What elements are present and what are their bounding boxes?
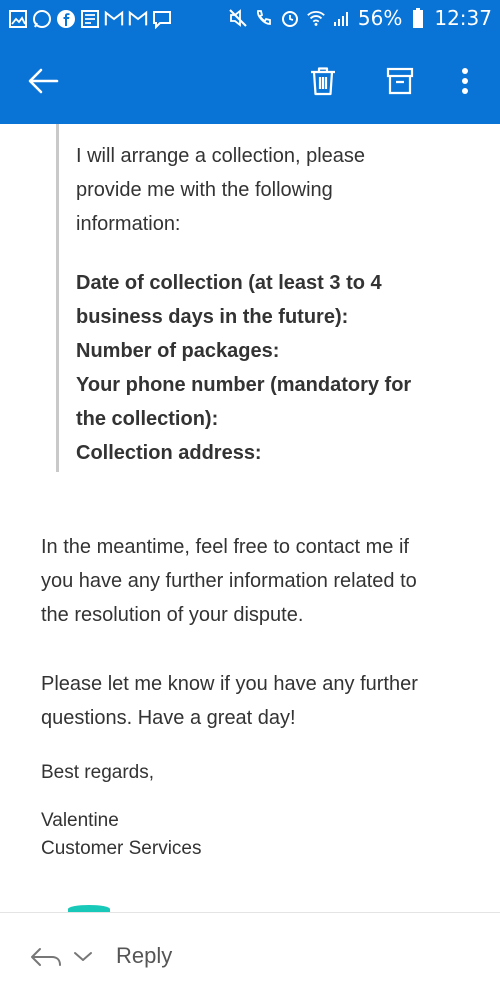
signature-name: Valentine [41,810,119,831]
required-info-list: Date of collection (at least 3 to 4 busi… [76,266,411,470]
text-line: I will arrange a collection, please [76,145,366,167]
action-bar [0,40,500,124]
text-line: Please let me know if you have any furth… [41,673,418,695]
gallery-icon [8,8,28,30]
text-line: provide me with the following [76,179,333,201]
archive-icon [386,67,414,95]
text-line: Your phone number (mandatory for [76,374,412,396]
text-line: In the meantime, feel free to contact me… [41,536,409,558]
clock: 12:37 [434,6,492,30]
text-line: Collection address: [76,442,262,464]
signal-icon [332,7,352,29]
system-icons: 56% 12:37 [228,6,492,30]
archive-button[interactable] [377,58,423,104]
mute-icon [228,7,248,29]
whatsapp-icon [32,8,52,30]
reply-button[interactable]: Reply [116,943,172,969]
back-button[interactable] [20,58,66,104]
gmail-icon [104,8,124,30]
signature-title: Customer Services [41,838,202,859]
back-arrow-icon [28,68,59,94]
message-paragraph: In the meantime, feel free to contact me… [41,530,481,632]
chevron-down-icon[interactable] [72,947,94,965]
notification-icons [8,8,172,30]
text-line: Date of collection (at least 3 to 4 [76,272,382,294]
closing: Best regards, [41,762,154,783]
text-line: Number of packages: [76,340,280,362]
text-line: you have any further information related… [41,570,417,592]
reply-bar: Reply [0,913,500,1000]
reply-arrow-icon[interactable] [28,941,64,971]
text-line: business days in the future): [76,306,349,328]
facebook-icon [56,8,76,30]
trash-icon [311,67,335,96]
wifi-icon [306,7,326,29]
delete-button[interactable] [300,58,346,104]
message-paragraph: Please let me know if you have any furth… [41,667,481,735]
text-line: information: [76,213,181,235]
more-options-button[interactable] [442,58,488,104]
quoted-intro: I will arrange a collection, please prov… [76,139,365,241]
text-line: the collection): [76,408,219,430]
more-vertical-icon [462,68,468,94]
text-line: the resolution of your dispute. [41,604,304,626]
text-line: questions. Have a great day! [41,707,296,729]
alarm-icon [280,7,300,29]
quoted-message: I will arrange a collection, please prov… [56,124,489,472]
news-icon [80,8,100,30]
battery-icon [408,7,428,29]
gmail-icon [128,8,148,30]
wifi-call-icon [254,7,274,29]
header: 56% 12:37 [0,0,500,124]
battery-percent: 56% [357,6,403,30]
message-icon [152,8,172,30]
status-bar: 56% 12:37 [0,0,500,40]
